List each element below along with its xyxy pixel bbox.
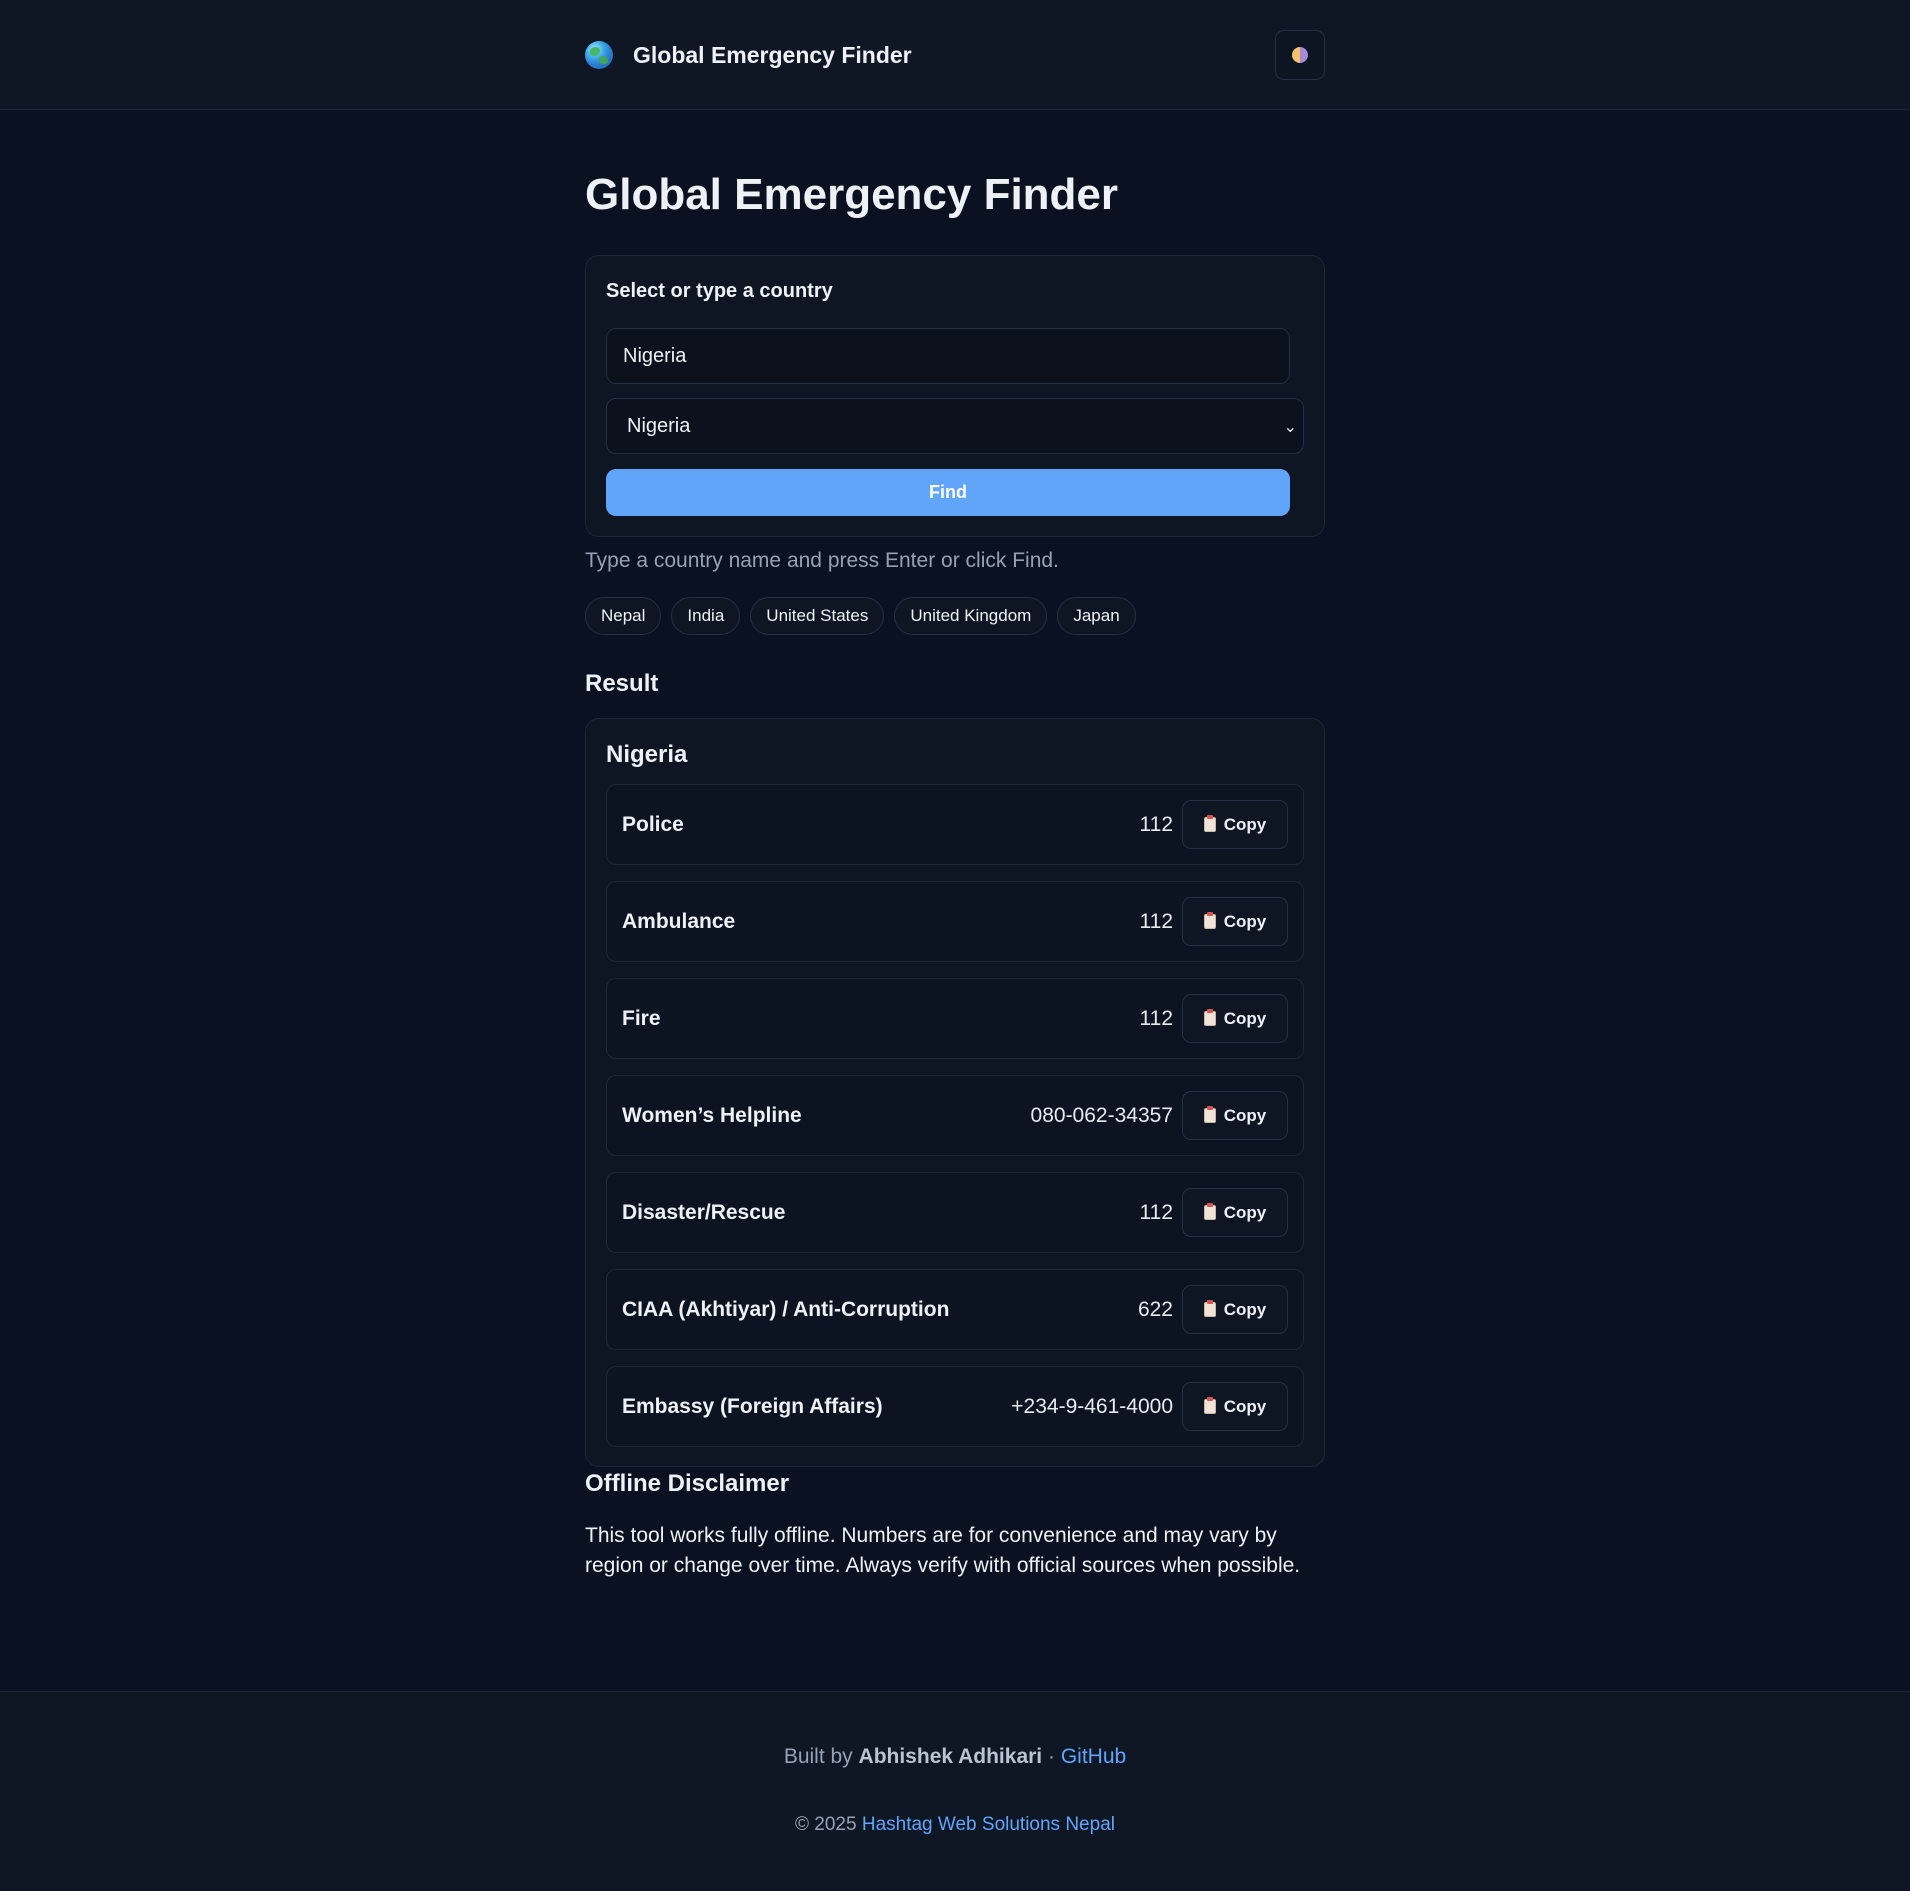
result-row-police: Police 112 Copy xyxy=(606,784,1304,865)
built-by-label: Built by xyxy=(783,1745,853,1768)
clipboard-icon xyxy=(1203,912,1216,929)
search-card: Select or type a country Nigeria ⌄ Find xyxy=(585,255,1325,537)
top-bar: Global Emergency Finder xyxy=(0,0,1910,110)
service-number: 112 xyxy=(1139,812,1173,836)
copy-button[interactable]: Copy xyxy=(1182,897,1288,946)
copy-button[interactable]: Copy xyxy=(1182,1285,1288,1334)
chip-japan[interactable]: Japan xyxy=(1057,597,1136,635)
disclaimer-heading: Offline Disclaimer xyxy=(585,1470,790,1497)
copy-label: Copy xyxy=(1223,1396,1267,1416)
result-row-fire: Fire 112 Copy xyxy=(606,978,1304,1059)
service-label: Ambulance xyxy=(622,909,736,933)
chip-united-kingdom[interactable]: United Kingdom xyxy=(894,597,1048,635)
country-search-input[interactable] xyxy=(606,328,1290,384)
chip-united-states[interactable]: United States xyxy=(750,597,885,635)
globe-icon xyxy=(585,41,613,69)
footer: Built by Abhishek Adhikari · GitHub © 20… xyxy=(0,1691,1910,1891)
search-hint: Type a country name and press Enter or c… xyxy=(585,549,1059,572)
service-label: Women’s Helpline xyxy=(622,1103,802,1127)
chevron-down-icon: ⌄ xyxy=(1283,419,1297,436)
separator: · xyxy=(1047,1745,1055,1768)
clipboard-icon xyxy=(1203,1300,1216,1317)
theme-toggle-button[interactable] xyxy=(1275,30,1325,80)
result-country-title: Nigeria xyxy=(606,741,688,768)
result-row-anti-corruption: CIAA (Akhtiyar) / Anti-Corruption 622 Co… xyxy=(606,1269,1304,1350)
service-number: 112 xyxy=(1139,1006,1173,1030)
copy-label: Copy xyxy=(1223,814,1267,834)
service-label: CIAA (Akhtiyar) / Anti-Corruption xyxy=(622,1297,950,1321)
result-row-ambulance: Ambulance 112 Copy xyxy=(606,881,1304,962)
country-select[interactable]: Nigeria ⌄ xyxy=(606,398,1304,454)
half-moon-icon xyxy=(1292,47,1308,63)
copy-label: Copy xyxy=(1223,1299,1267,1319)
service-label: Fire xyxy=(622,1006,661,1030)
page-title: Global Emergency Finder xyxy=(585,170,1119,219)
clipboard-icon xyxy=(1203,815,1216,832)
brand[interactable]: Global Emergency Finder xyxy=(585,38,912,72)
quick-pick-chips: Nepal India United States United Kingdom… xyxy=(585,597,1136,635)
result-heading: Result xyxy=(585,670,659,697)
copy-button[interactable]: Copy xyxy=(1182,1091,1288,1140)
service-number: 112 xyxy=(1139,909,1173,933)
copy-button[interactable]: Copy xyxy=(1182,1382,1288,1431)
copy-label: Copy xyxy=(1223,1202,1267,1222)
clipboard-icon xyxy=(1203,1203,1216,1220)
service-label: Disaster/Rescue xyxy=(622,1200,786,1224)
footer-copyright: © 2025 Hashtag Web Solutions Nepal xyxy=(0,1814,1910,1836)
country-field-label: Select or type a country xyxy=(606,280,833,302)
country-select-value: Nigeria xyxy=(627,414,691,437)
clipboard-icon xyxy=(1203,1009,1216,1026)
copy-button[interactable]: Copy xyxy=(1182,800,1288,849)
result-card: Nigeria Police 112 Copy Ambulance 112 Co… xyxy=(585,718,1325,1467)
service-label: Embassy (Foreign Affairs) xyxy=(622,1394,883,1418)
result-row-embassy: Embassy (Foreign Affairs) +234-9-461-400… xyxy=(606,1366,1304,1447)
copy-label: Copy xyxy=(1223,1105,1267,1125)
chip-india[interactable]: India xyxy=(671,597,741,635)
service-number: 112 xyxy=(1139,1200,1173,1224)
author-name: Abhishek Adhikari xyxy=(858,1745,1043,1768)
clipboard-icon xyxy=(1203,1106,1216,1123)
copy-button[interactable]: Copy xyxy=(1182,1188,1288,1237)
brand-name: Global Emergency Finder xyxy=(633,41,912,68)
service-label: Police xyxy=(622,812,684,836)
company-link[interactable]: Hashtag Web Solutions Nepal xyxy=(862,1814,1115,1835)
service-number: +234-9-461-4000 xyxy=(1011,1394,1173,1418)
result-row-disaster-rescue: Disaster/Rescue 112 Copy xyxy=(606,1172,1304,1253)
chip-nepal[interactable]: Nepal xyxy=(585,597,662,635)
service-number: 622 xyxy=(1137,1297,1173,1321)
service-number: 080-062-34357 xyxy=(1030,1103,1173,1127)
copyright-label: © 2025 xyxy=(795,1814,857,1835)
github-link[interactable]: GitHub xyxy=(1061,1745,1126,1768)
disclaimer-text: This tool works fully offline. Numbers a… xyxy=(585,1524,1301,1577)
result-row-womens-helpline: Women’s Helpline 080-062-34357 Copy xyxy=(606,1075,1304,1156)
footer-credits: Built by Abhishek Adhikari · GitHub xyxy=(0,1745,1910,1769)
copy-button[interactable]: Copy xyxy=(1182,994,1288,1043)
copy-label: Copy xyxy=(1223,911,1267,931)
copy-label: Copy xyxy=(1223,1008,1267,1028)
find-button[interactable]: Find xyxy=(606,469,1290,516)
clipboard-icon xyxy=(1203,1397,1216,1414)
